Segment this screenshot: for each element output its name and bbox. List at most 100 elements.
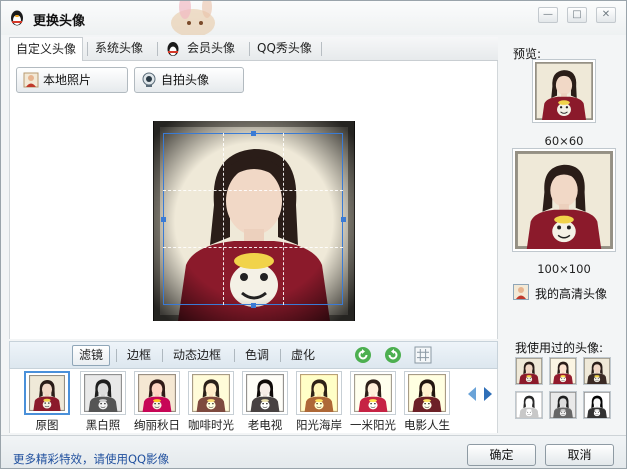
filter-label: 黑白照 [85,418,121,432]
filter-preview [354,374,392,412]
person-photo-icon [23,72,39,88]
rotate-left-icon[interactable] [354,346,372,364]
used-avatars-label: 我使用过的头像: [515,341,604,355]
preview-large [512,148,616,252]
tab-tone[interactable]: 色调 [238,345,276,366]
cancel-button[interactable]: 取消 [545,444,614,466]
local-photo-button[interactable]: 本地照片 [16,67,128,93]
tab-divider [321,42,322,56]
filter-thumb-movie-life[interactable] [404,371,450,415]
hd-avatar-label: 我的高清头像 [535,287,608,301]
preview-small-image [535,62,593,120]
crop-handle-left[interactable] [161,217,166,222]
toolbar-divider [162,349,163,362]
qq-image-link[interactable]: 更多精彩特效，请使用QQ影像 [13,451,169,467]
used-avatar[interactable] [515,391,543,419]
crop-frame[interactable] [163,133,343,305]
tab-divider [87,42,88,56]
used-avatar-image [516,358,542,384]
effects-toolbar: 滤镜 边框 动态边框 色调 虚化 [9,341,498,369]
filter-thumb-autumn[interactable] [134,371,180,415]
used-avatar-image [550,392,576,418]
used-avatar[interactable] [549,391,577,419]
crop-area[interactable] [153,121,355,321]
filter-preview [192,374,230,412]
avatar-tabs: 自定义头像 系统头像 会员头像 QQ秀头像 [9,37,498,62]
tab-filter[interactable]: 滤镜 [72,345,111,366]
tab-dynamic-border[interactable]: 动态边框 [166,345,228,366]
grid-line [163,247,343,248]
local-photo-label: 本地照片 [43,73,92,87]
toolbar-divider [280,349,281,362]
tab-vip-avatar[interactable]: 会员头像 [181,37,241,61]
used-avatar-image [584,358,610,384]
webcam-icon [142,72,156,87]
used-avatar[interactable] [583,391,611,419]
tab-divider [249,42,250,56]
filter-thumb-coffee[interactable] [188,371,234,415]
filter-preview [246,374,284,412]
grid-line [163,190,343,191]
preview-small-size: 60×60 [544,134,584,148]
tab-system-avatar[interactable]: 系统头像 [89,37,149,61]
used-avatar[interactable] [549,357,577,385]
tab-divider [157,42,158,56]
filter-thumb-sunshine-coast[interactable] [296,371,342,415]
tab-qqshow-avatar[interactable]: QQ秀头像 [251,37,318,61]
crop-handle-right[interactable] [341,217,346,222]
maximize-button[interactable]: □ [567,7,587,23]
selfie-button[interactable]: 自拍头像 [134,67,244,93]
scroll-right-icon[interactable] [484,387,492,401]
editor-panel: 本地照片 自拍头像 [9,61,498,339]
grid-toggle-icon[interactable] [414,346,432,364]
preview-large-image [515,151,613,249]
toolbar-divider [234,349,235,362]
filter-thumb-oldtv[interactable] [242,371,288,415]
tab-custom-avatar[interactable]: 自定义头像 [9,37,84,62]
window-title: 更换头像 [33,14,86,29]
filter-thumbnails: 原图 黑白照 绚丽秋日 咖啡时光 老电视 阳光海岸 一米阳光 电影人生 [9,369,498,433]
minimize-button[interactable]: — [538,7,558,23]
filter-label: 一米阳光 [350,418,396,432]
qq-penguin-icon [11,10,23,26]
grid-line [223,133,224,305]
used-avatar[interactable] [515,357,543,385]
filter-preview [84,374,122,412]
scroll-left-icon[interactable] [468,387,476,401]
filter-label: 绚丽秋日 [134,418,180,432]
change-avatar-window: 更换头像 — □ ✕ 自定义头像 系统头像 会员头像 QQ秀头像 本地照片 自拍… [0,0,627,469]
footer-bar: 更多精彩特效，请使用QQ影像 确定 取消 [1,435,626,468]
filter-thumb-original[interactable] [24,371,70,415]
used-avatar[interactable] [583,357,611,385]
filter-label: 阳光海岸 [296,418,342,432]
used-avatar-image [550,358,576,384]
preview-small [532,59,596,123]
title-bar[interactable]: 更换头像 — □ ✕ [1,1,626,35]
tab-border[interactable]: 边框 [120,345,158,366]
vip-penguin-icon [167,42,179,56]
used-avatar-image [584,392,610,418]
hd-avatar-icon [513,284,529,300]
filter-thumb-sunbeam[interactable] [350,371,396,415]
filter-preview [408,374,446,412]
filter-label: 咖啡时光 [188,418,234,432]
filter-label: 原图 [35,418,59,432]
filter-thumb-bw[interactable] [80,371,126,415]
preview-large-size: 100×100 [537,262,591,276]
filter-preview [300,374,338,412]
used-avatar-image [516,392,542,418]
bunny-decoration-icon [171,1,215,35]
filter-label: 电影人生 [404,418,450,432]
filter-label: 老电视 [247,418,283,432]
crop-handle-bottom[interactable] [251,303,256,308]
selfie-label: 自拍头像 [161,73,210,87]
grid-line [283,133,284,305]
close-button[interactable]: ✕ [596,7,616,23]
filter-preview [138,374,176,412]
rotate-right-icon[interactable] [384,346,402,364]
ok-button[interactable]: 确定 [467,444,536,466]
tab-blur[interactable]: 虚化 [284,345,322,366]
filter-preview [29,375,65,411]
crop-handle-top[interactable] [251,131,256,136]
toolbar-divider [116,349,117,362]
